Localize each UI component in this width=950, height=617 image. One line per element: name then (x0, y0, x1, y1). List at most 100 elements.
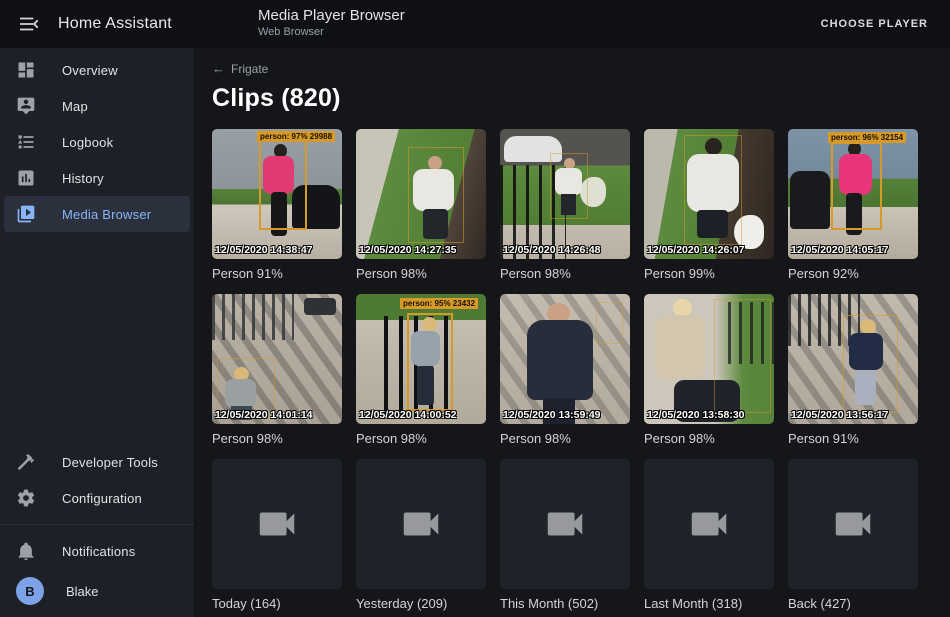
avatar: B (16, 577, 44, 605)
sidebar-item-label: Map (62, 99, 88, 114)
scene-prop (304, 298, 336, 315)
dashboard-icon (16, 60, 36, 80)
detection-bounding-box (596, 302, 623, 344)
sidebar-divider (0, 524, 194, 525)
detection-label: person: 96% 32154 (828, 132, 906, 143)
detection-bounding-box (714, 299, 771, 413)
clip-timestamp: 12/05/2020 14:27:35 (359, 244, 457, 256)
page-subtitle: Web Browser (258, 26, 405, 38)
history-chart-icon (16, 168, 36, 188)
clip-card[interactable]: 12/05/2020 14:27:35 Person 98% (356, 129, 486, 281)
clip-caption: Person 98% (212, 431, 342, 446)
clip-card[interactable]: person: 96% 32154 12/05/2020 14:05:17 Pe… (788, 129, 918, 281)
clip-card[interactable]: person: 97% 29988 12/05/2020 14:38:47 Pe… (212, 129, 342, 281)
clips-grid: person: 97% 29988 12/05/2020 14:38:47 Pe… (212, 129, 950, 611)
sidebar-item-media-browser[interactable]: Media Browser (4, 196, 190, 232)
app-bar: Home Assistant Media Player Browser Web … (0, 0, 950, 48)
folder-thumbnail[interactable] (500, 459, 630, 589)
breadcrumb-back-frigate[interactable]: ← Frigate (212, 61, 268, 76)
detection-label: person: 97% 29988 (257, 131, 335, 142)
hammer-icon (16, 452, 36, 472)
media-browser-icon (16, 204, 36, 224)
detection-label: person: 95% 23432 (400, 298, 478, 309)
clip-timestamp: 12/05/2020 13:59:49 (503, 409, 601, 421)
sidebar-profile[interactable]: B Blake (4, 569, 190, 613)
detection-bounding-box (684, 135, 742, 245)
clip-caption: Person 91% (788, 431, 918, 446)
clip-timestamp: 12/05/2020 14:00:52 (359, 409, 457, 421)
folder-card[interactable]: Yesterday (209) (356, 459, 486, 611)
folder-card[interactable]: This Month (502) (500, 459, 630, 611)
clip-caption: Person 98% (644, 431, 774, 446)
sidebar-item-label: Developer Tools (62, 455, 158, 470)
clip-thumbnail[interactable]: 12/05/2020 14:01:14 (212, 294, 342, 424)
folder-thumbnail[interactable] (644, 459, 774, 589)
clip-thumbnail[interactable]: 12/05/2020 13:59:49 (500, 294, 630, 424)
clip-caption: Person 91% (212, 266, 342, 281)
sidebar-item-overview[interactable]: Overview (4, 52, 190, 88)
detection-bounding-box (550, 153, 588, 219)
clip-card[interactable]: 12/05/2020 13:59:49 Person 98% (500, 294, 630, 446)
clip-card[interactable]: person: 95% 23432 12/05/2020 14:00:52 Pe… (356, 294, 486, 446)
clip-card[interactable]: 12/05/2020 13:58:30 Person 98% (644, 294, 774, 446)
media-browser-content: ← Frigate Clips (820) person: 97% 29988 … (196, 48, 950, 617)
clip-thumbnail[interactable]: 12/05/2020 13:56:17 (788, 294, 918, 424)
sidebar-toggle-button[interactable] (16, 11, 42, 37)
sidebar-item-label: Overview (62, 63, 118, 78)
logbook-list-icon (16, 132, 36, 152)
clip-thumbnail[interactable]: person: 95% 23432 12/05/2020 14:00:52 (356, 294, 486, 424)
clip-card[interactable]: 12/05/2020 14:01:14 Person 98% (212, 294, 342, 446)
profile-name: Blake (66, 584, 99, 599)
sidebar: Overview Map Logbook History Media Brows… (0, 48, 195, 617)
gear-icon (16, 488, 36, 508)
sidebar-item-configuration[interactable]: Configuration (4, 480, 190, 516)
sidebar-item-label: Configuration (62, 491, 142, 506)
video-camera-icon (830, 501, 876, 547)
clip-caption: Person 99% (644, 266, 774, 281)
clip-caption: Person 98% (356, 431, 486, 446)
folder-label: Yesterday (209) (356, 596, 486, 611)
choose-player-button[interactable]: CHOOSE PLAYER (815, 14, 934, 34)
sidebar-item-notifications[interactable]: Notifications (4, 533, 190, 569)
home-assistant-app: Home Assistant Media Player Browser Web … (0, 0, 950, 617)
folder-card[interactable]: Last Month (318) (644, 459, 774, 611)
clip-thumbnail[interactable]: 12/05/2020 13:58:30 (644, 294, 774, 424)
clip-thumbnail[interactable]: 12/05/2020 14:27:35 (356, 129, 486, 259)
page-title: Media Player Browser (258, 7, 405, 25)
video-camera-icon (254, 501, 300, 547)
clip-thumbnail[interactable]: person: 97% 29988 12/05/2020 14:38:47 (212, 129, 342, 259)
clip-card[interactable]: 12/05/2020 13:56:17 Person 91% (788, 294, 918, 446)
scene-prop (790, 171, 830, 229)
folder-thumbnail[interactable] (212, 459, 342, 589)
clip-thumbnail[interactable]: person: 96% 32154 12/05/2020 14:05:17 (788, 129, 918, 259)
clip-caption: Person 98% (356, 266, 486, 281)
clip-caption: Person 92% (788, 266, 918, 281)
folder-card[interactable]: Back (427) (788, 459, 918, 611)
sidebar-item-developer-tools[interactable]: Developer Tools (4, 444, 190, 480)
folder-thumbnail[interactable] (356, 459, 486, 589)
folder-label: This Month (502) (500, 596, 630, 611)
person-figure-body (655, 315, 705, 379)
map-account-icon (16, 96, 36, 116)
sidebar-spacer (0, 232, 194, 444)
sidebar-item-label: Logbook (62, 135, 113, 150)
folder-card[interactable]: Today (164) (212, 459, 342, 611)
clip-timestamp: 12/05/2020 14:01:14 (215, 409, 313, 421)
clip-thumbnail[interactable]: 12/05/2020 14:26:48 (500, 129, 630, 259)
clip-card[interactable]: 12/05/2020 14:26:48 Person 98% (500, 129, 630, 281)
clip-timestamp: 12/05/2020 14:26:07 (647, 244, 745, 256)
clip-timestamp: 12/05/2020 14:26:48 (503, 244, 601, 256)
bell-icon (16, 541, 36, 561)
sidebar-item-history[interactable]: History (4, 160, 190, 196)
detection-bounding-box (408, 147, 464, 243)
sidebar-item-map[interactable]: Map (4, 88, 190, 124)
detection-bounding-box (843, 315, 898, 413)
page-title-block: Media Player Browser Web Browser (258, 7, 405, 38)
folder-thumbnail[interactable] (788, 459, 918, 589)
detection-bounding-box (831, 142, 882, 230)
sidebar-item-logbook[interactable]: Logbook (4, 124, 190, 160)
clip-timestamp: 12/05/2020 13:58:30 (647, 409, 745, 421)
clip-card[interactable]: 12/05/2020 14:26:07 Person 99% (644, 129, 774, 281)
clip-timestamp: 12/05/2020 13:56:17 (791, 409, 889, 421)
clip-thumbnail[interactable]: 12/05/2020 14:26:07 (644, 129, 774, 259)
